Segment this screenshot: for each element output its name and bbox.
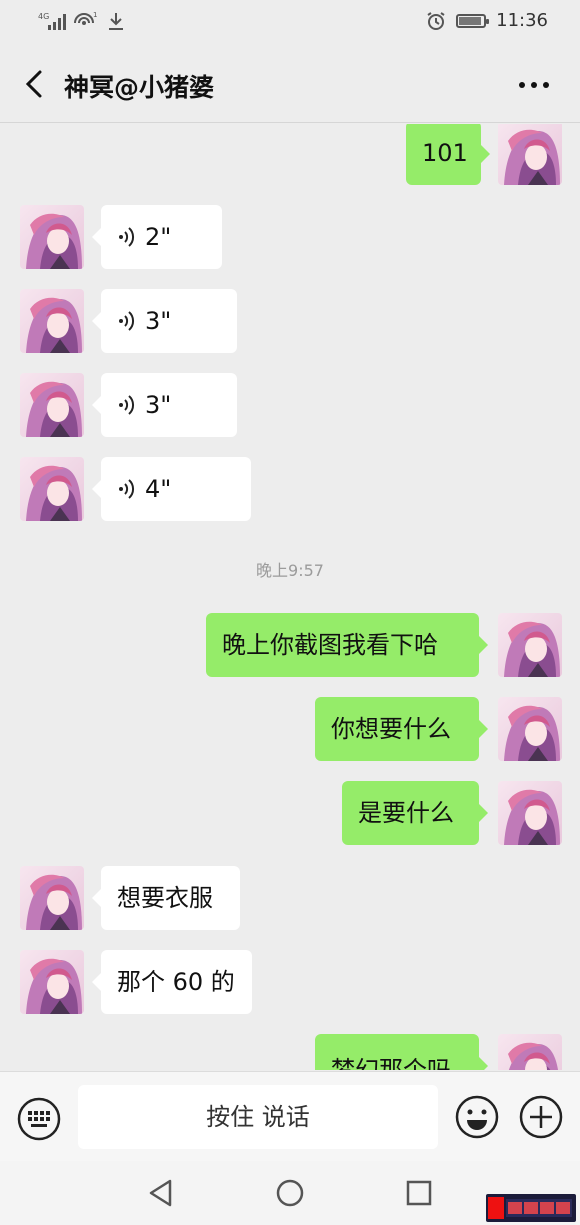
voice-wave-icon (119, 395, 135, 415)
battery-icon (456, 13, 490, 28)
voice-duration: 2" (145, 223, 172, 251)
svg-text:1: 1 (93, 11, 97, 19)
friend-avatar[interactable] (20, 457, 84, 521)
status-right: 11:36 (426, 10, 548, 31)
hold-to-talk-button[interactable]: 按住 说话 (78, 1085, 438, 1149)
nav-recent-icon[interactable] (404, 1177, 434, 1209)
bubble-tail (479, 720, 488, 738)
message-bubble[interactable]: 晚上你截图我看下哈 (206, 613, 479, 677)
chat-messages[interactable]: 101 2" 3" 3" 4" 晚上9:57 晚上你截图我看下哈 你想要什么 是… (0, 124, 580, 1070)
keyboard-icon[interactable] (16, 1096, 62, 1142)
bubble-tail (481, 145, 490, 163)
voice-wave-icon (119, 479, 135, 499)
message-bubble[interactable]: 想要衣服 (101, 866, 240, 930)
message-bubble[interactable]: 那个 60 的 (101, 950, 252, 1014)
friend-avatar[interactable] (20, 289, 84, 353)
friend-avatar[interactable] (20, 205, 84, 269)
hotspot-icon: 1 (74, 11, 97, 25)
bubble-tail (479, 1057, 488, 1070)
back-icon[interactable] (14, 64, 54, 104)
my-avatar[interactable] (498, 781, 562, 845)
nav-back-icon[interactable] (146, 1177, 176, 1209)
emoji-icon[interactable] (454, 1094, 500, 1140)
watermark-logo (486, 1194, 576, 1222)
voice-duration: 4" (145, 475, 172, 503)
friend-avatar[interactable] (20, 373, 84, 437)
message-bubble[interactable]: 梦幻那个吗 (315, 1034, 479, 1070)
message-bubble[interactable]: 101 (406, 124, 481, 185)
chat-title: 神冥@小猪婆 (64, 73, 215, 102)
bubble-tail (92, 396, 101, 414)
voice-message-bubble[interactable]: 3" (101, 289, 237, 353)
voice-message-bubble[interactable]: 3" (101, 373, 237, 437)
alarm-icon (427, 11, 445, 30)
friend-avatar[interactable] (20, 950, 84, 1014)
voice-message-bubble[interactable]: 2" (101, 205, 222, 269)
download-icon (109, 13, 123, 30)
bubble-tail (479, 804, 488, 822)
voice-wave-icon (119, 311, 135, 331)
nav-home-icon[interactable] (274, 1177, 306, 1209)
more-icon[interactable] (514, 70, 554, 100)
my-avatar[interactable] (498, 613, 562, 677)
my-avatar[interactable] (498, 124, 562, 185)
input-bar: 按住 说话 (0, 1071, 580, 1161)
bubble-tail (479, 636, 488, 654)
message-bubble[interactable]: 你想要什么 (315, 697, 479, 761)
my-avatar[interactable] (498, 697, 562, 761)
network-label: 4G (38, 12, 49, 21)
signal-icon: 4G (38, 12, 66, 30)
message-timestamp: 晚上9:57 (256, 561, 324, 580)
chat-header: 神冥@小猪婆 (0, 46, 580, 123)
bubble-tail (92, 228, 101, 246)
bubble-tail (92, 480, 101, 498)
bubble-tail (92, 973, 101, 991)
voice-message-bubble[interactable]: 4" (101, 457, 251, 521)
voice-duration: 3" (145, 391, 172, 419)
plus-icon[interactable] (518, 1094, 564, 1140)
voice-wave-icon (119, 227, 135, 247)
message-bubble[interactable]: 是要什么 (342, 781, 479, 845)
bubble-tail (92, 889, 101, 907)
friend-avatar[interactable] (20, 866, 84, 930)
bubble-tail (92, 312, 101, 330)
status-bar: 4G 1 11:36 (0, 0, 580, 46)
status-left: 4G 1 (38, 11, 126, 31)
my-avatar[interactable] (498, 1034, 562, 1070)
voice-duration: 3" (145, 307, 172, 335)
clock: 11:36 (496, 10, 548, 31)
